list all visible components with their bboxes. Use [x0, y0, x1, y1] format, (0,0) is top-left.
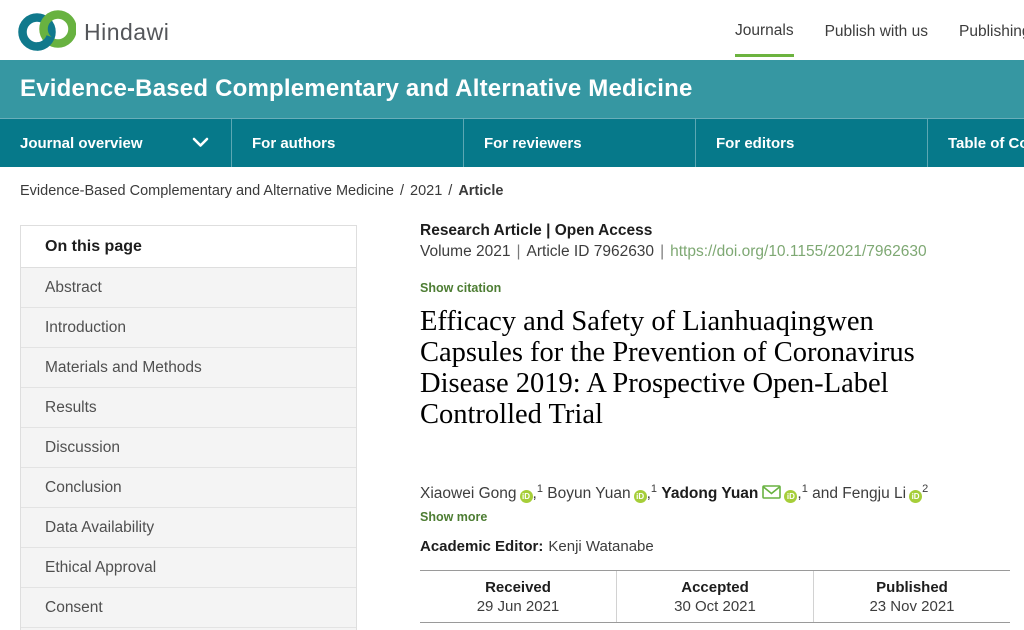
article-type-line: Research Article | Open Access: [420, 222, 652, 240]
author-affiliation-sup: 1: [802, 483, 808, 495]
breadcrumb-current: Article: [458, 183, 503, 199]
top-navigation: Journals Publish with us Publishing part…: [735, 0, 1024, 60]
sidebar-item-ethical-approval[interactable]: Ethical Approval: [21, 548, 356, 588]
volume-label: Volume 2021: [420, 243, 511, 260]
breadcrumb: Evidence-Based Complementary and Alterna…: [20, 183, 503, 199]
jnav-table-of-contents[interactable]: Table of Contents: [928, 119, 1024, 167]
doi-link[interactable]: https://doi.org/10.1155/2021/7962630: [670, 243, 927, 260]
author-affiliation-sup: 1: [537, 483, 543, 495]
article-main: Research Article | Open Access Volume 20…: [420, 222, 1012, 630]
author: Boyun YuaniD,1: [547, 485, 657, 502]
orcid-icon[interactable]: iD: [784, 490, 797, 503]
author-affiliation-sup: 1: [651, 483, 657, 495]
jnav-for-authors[interactable]: For authors: [232, 119, 464, 167]
article-type: Research Article: [420, 222, 542, 239]
article-title: Efficacy and Safety of Lianhuaqingwen Ca…: [420, 306, 945, 430]
sidebar-item-discussion[interactable]: Discussion: [21, 428, 356, 468]
nav-publish-with-us[interactable]: Publish with us: [825, 5, 928, 55]
jnav-journal-overview-label: Journal overview: [20, 135, 143, 152]
article-id-line: Volume 2021 | Article ID 7962630 | https://d…: [420, 243, 927, 261]
author-name[interactable]: Boyun Yuan: [547, 485, 630, 502]
sidebar-item-consent[interactable]: Consent: [21, 588, 356, 628]
received-cell: Received 29 Jun 2021: [420, 571, 616, 622]
sidebar-item-materials-and-methods[interactable]: Materials and Methods: [21, 348, 356, 388]
email-icon[interactable]: [762, 485, 781, 504]
pipe-separator: |: [517, 243, 521, 260]
type-separator: |: [546, 222, 550, 239]
author-corresponding: Yadong YuaniD,1: [661, 485, 807, 502]
sidebar-item-introduction[interactable]: Introduction: [21, 308, 356, 348]
top-header: Hindawi Journals Publish with us Publish…: [0, 0, 1024, 60]
orcid-icon[interactable]: iD: [520, 490, 533, 503]
published-label: Published: [876, 579, 948, 596]
breadcrumb-separator: /: [400, 183, 404, 199]
accepted-date: 30 Oct 2021: [674, 598, 756, 615]
journal-title[interactable]: Evidence-Based Complementary and Alterna…: [0, 75, 693, 103]
hindawi-logo[interactable]: Hindawi: [14, 5, 169, 60]
show-citation-link[interactable]: Show citation: [420, 281, 501, 295]
jnav-for-reviewers[interactable]: For reviewers: [464, 119, 696, 167]
accepted-label: Accepted: [681, 579, 749, 596]
sidebar-title: On this page: [21, 226, 356, 268]
open-access-label: Open Access: [555, 222, 653, 239]
author-name[interactable]: and Fengju Li: [812, 485, 906, 502]
orcid-icon[interactable]: iD: [909, 490, 922, 503]
published-cell: Published 23 Nov 2021: [813, 571, 1010, 622]
jnav-journal-overview[interactable]: Journal overview: [0, 119, 232, 167]
sidebar-item-data-availability[interactable]: Data Availability: [21, 508, 356, 548]
author: Xiaowei GongiD,1: [420, 485, 543, 502]
breadcrumb-year-link[interactable]: 2021: [410, 183, 442, 199]
on-this-page-sidebar: On this page Abstract Introduction Mater…: [20, 225, 357, 630]
sidebar-item-results[interactable]: Results: [21, 388, 356, 428]
author-name[interactable]: Xiaowei Gong: [420, 485, 517, 502]
sidebar-item-abstract[interactable]: Abstract: [21, 268, 356, 308]
page: Hindawi Journals Publish with us Publish…: [0, 0, 1024, 630]
pipe-separator: |: [660, 243, 664, 260]
brand-name: Hindawi: [84, 19, 169, 46]
show-more-link[interactable]: Show more: [420, 510, 487, 524]
jnav-for-editors[interactable]: For editors: [696, 119, 928, 167]
orcid-icon[interactable]: iD: [634, 490, 647, 503]
academic-editor-line: Academic Editor: Kenji Watanabe: [420, 538, 654, 555]
authors-line: Xiaowei GongiD,1 Boyun YuaniD,1 Yadong Y…: [420, 483, 1012, 504]
received-date: 29 Jun 2021: [477, 598, 560, 615]
published-date: 23 Nov 2021: [869, 598, 954, 615]
accepted-cell: Accepted 30 Oct 2021: [616, 571, 813, 622]
author: and Fengju LiiD2: [812, 485, 928, 502]
academic-editor-label: Academic Editor:: [420, 538, 543, 555]
dates-table: Received 29 Jun 2021 Accepted 30 Oct 202…: [420, 570, 1010, 623]
academic-editor-name: Kenji Watanabe: [548, 538, 653, 555]
hindawi-rings-icon: [14, 5, 76, 60]
breadcrumb-journal-link[interactable]: Evidence-Based Complementary and Alterna…: [20, 183, 394, 199]
sidebar-item-conclusion[interactable]: Conclusion: [21, 468, 356, 508]
journal-navigation: Journal overview For authors For reviewe…: [0, 118, 1024, 167]
nav-publishing-partnerships[interactable]: Publishing partnerships: [959, 5, 1024, 55]
nav-journals[interactable]: Journals: [735, 4, 794, 57]
breadcrumb-separator: /: [448, 183, 452, 199]
journal-banner: Evidence-Based Complementary and Alterna…: [0, 60, 1024, 118]
author-name[interactable]: Yadong Yuan: [661, 485, 758, 502]
author-affiliation-sup: 2: [922, 483, 928, 495]
article-id: Article ID 7962630: [527, 243, 655, 260]
received-label: Received: [485, 579, 551, 596]
chevron-down-icon: [192, 135, 209, 152]
